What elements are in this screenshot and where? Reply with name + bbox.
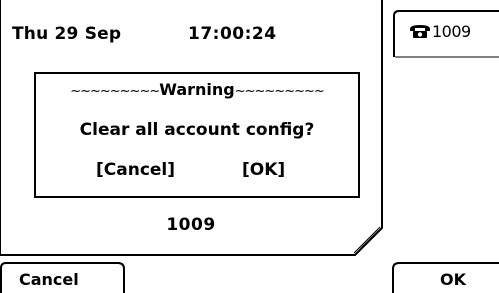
warning-dialog: ~~~~~~~~~Warning~~~~~~~~~ Clear all acco… — [34, 72, 360, 198]
softkey-cancel-label: Cancel — [19, 270, 79, 289]
dialog-cancel-button[interactable]: [Cancel] — [96, 160, 175, 180]
dialog-ok-button[interactable]: [OK] — [242, 160, 285, 180]
dialog-title: Warning — [159, 80, 235, 99]
line-key-label: 1009 — [432, 22, 471, 41]
softkey-ok-label: OK — [440, 270, 466, 289]
softkey-ok[interactable]: OK — [392, 262, 499, 293]
dialog-message: Clear all account config? — [79, 120, 315, 140]
status-date: Thu 29 Sep — [12, 24, 122, 44]
phone-icon — [409, 23, 431, 42]
softkey-cancel[interactable]: Cancel — [0, 262, 130, 293]
dialog-title-row: ~~~~~~~~~Warning~~~~~~~~~ — [36, 80, 358, 99]
status-time: 17:00:24 — [188, 24, 277, 44]
line-key-content: 1009 — [409, 22, 471, 42]
line-key-1009[interactable]: 1009 — [393, 10, 499, 58]
dialog-title-decoration-right: ~~~~~~~~~ — [234, 84, 325, 99]
account-label: 1009 — [166, 215, 216, 235]
phone-screen: Thu 29 Sep 17:00:24 ~~~~~~~~~Warning~~~~… — [0, 0, 499, 293]
dialog-title-decoration-left: ~~~~~~~~~ — [70, 84, 160, 99]
